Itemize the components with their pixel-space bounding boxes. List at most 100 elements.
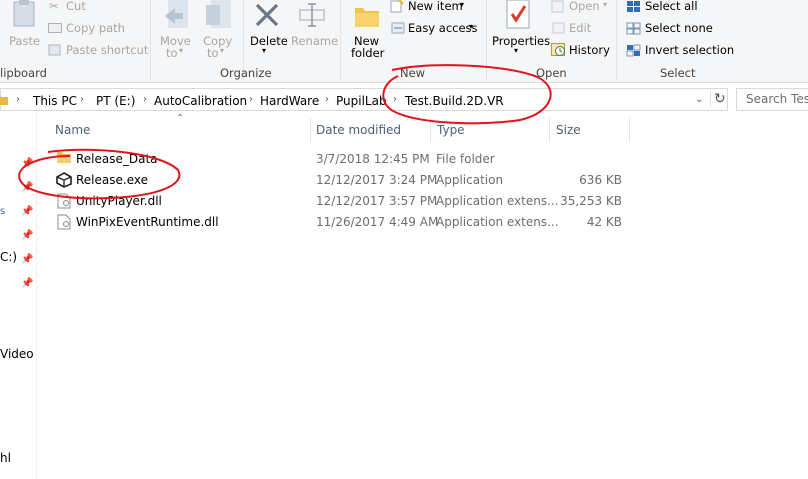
- move-to-icon: [165, 0, 188, 28]
- easy-access-button[interactable]: Easy access ▾: [388, 20, 480, 36]
- file-row[interactable]: Release.exe 12/12/2017 3:24 PM Applicati…: [40, 171, 640, 191]
- breadcrumb-autocalibration[interactable]: AutoCalibration: [154, 94, 247, 108]
- breadcrumb-pupillab[interactable]: PupilLab: [336, 94, 387, 108]
- file-size: 42 KB: [586, 215, 622, 229]
- column-header-type[interactable]: Type: [437, 123, 465, 137]
- file-date: 12/12/2017 3:57 PM: [316, 194, 438, 208]
- address-dropdown-icon[interactable]: ⌄: [695, 94, 703, 105]
- invert-selection-button[interactable]: Invert selection: [624, 42, 734, 58]
- group-label-open: Open: [536, 66, 567, 80]
- breadcrumb-current-folder[interactable]: Test.Build.2D.VR: [405, 94, 504, 108]
- search-placeholder: Search Test...: [746, 92, 808, 106]
- cut-button[interactable]: ✂ Cut: [45, 0, 115, 14]
- chevron-right-icon: ›: [393, 94, 397, 105]
- file-type: Application extens...: [436, 215, 559, 229]
- nav-item-videos[interactable]: Video: [0, 347, 34, 361]
- breadcrumb-pt-e[interactable]: PT (E:): [96, 94, 135, 108]
- new-folder-label-2: folder: [351, 46, 385, 60]
- nav-item-drive-c[interactable]: C:): [0, 250, 17, 264]
- chevron-right-icon: ›: [80, 94, 84, 105]
- pin-icon[interactable]: 📌: [21, 230, 33, 241]
- select-none-button[interactable]: Select none: [624, 20, 714, 36]
- select-all-button[interactable]: Select all: [624, 0, 704, 14]
- chevron-down-icon: ▾: [460, 0, 465, 9]
- paste-shortcut-icon: [48, 44, 61, 56]
- column-divider[interactable]: [430, 118, 431, 142]
- ribbon: Paste ✂ Cut Copy path Paste shortcut lip…: [0, 0, 808, 83]
- rename-icon: [299, 3, 325, 27]
- delete-button[interactable]: Delete ▾: [247, 0, 288, 60]
- group-label-new: New: [400, 66, 426, 80]
- file-name: WinPixEventRuntime.dll: [76, 215, 219, 229]
- invert-selection-icon: [626, 44, 641, 57]
- properties-icon: [506, 0, 530, 29]
- file-date: 12/12/2017 3:24 PM: [316, 173, 438, 187]
- chevron-down-icon: ▾: [262, 46, 267, 55]
- column-header-date[interactable]: Date modified: [316, 123, 401, 137]
- pin-icon[interactable]: 📌: [21, 158, 33, 169]
- paste-shortcut-label: Paste shortcut: [66, 43, 149, 57]
- invert-selection-label: Invert selection: [645, 43, 735, 57]
- breadcrumb-this-pc[interactable]: This PC: [33, 94, 77, 108]
- file-type: Application: [436, 173, 504, 187]
- address-bar[interactable]: › This PC › PT (E:) › AutoCalibration › …: [0, 88, 728, 111]
- search-input[interactable]: Search Test...: [736, 88, 808, 111]
- easy-access-icon: [391, 22, 405, 34]
- history-icon: [551, 43, 565, 56]
- copy-to-label-2: to: [207, 46, 219, 60]
- easy-access-label: Easy access: [408, 21, 478, 35]
- divider: [150, 0, 151, 80]
- edit-label: Edit: [569, 21, 592, 35]
- column-header-size[interactable]: Size: [556, 123, 581, 137]
- pin-icon[interactable]: 📌: [21, 254, 33, 265]
- column-divider[interactable]: [629, 118, 630, 142]
- copy-to-button[interactable]: Copy to ▾: [200, 0, 236, 60]
- chevron-down-icon: ▾: [179, 46, 184, 55]
- history-button[interactable]: History: [549, 42, 611, 58]
- paste-button[interactable]: Paste: [2, 0, 42, 60]
- chevron-right-icon: ›: [143, 94, 147, 105]
- delete-label: Delete: [250, 34, 288, 48]
- copy-path-label: Copy path: [66, 21, 125, 35]
- move-to-button[interactable]: Move to ▾: [158, 0, 194, 60]
- group-label-organize: Organize: [220, 66, 272, 80]
- file-type: File folder: [436, 152, 495, 166]
- column-header-name[interactable]: Name: [55, 123, 90, 137]
- file-row[interactable]: Release_Data 3/7/2018 12:45 PM File fold…: [40, 150, 640, 170]
- column-divider[interactable]: [310, 118, 311, 142]
- file-date: 11/26/2017 4:49 AM: [316, 215, 439, 229]
- group-label-clipboard: lipboard: [0, 66, 47, 80]
- delete-x-icon: [255, 3, 279, 27]
- nav-item-icon: s: [0, 206, 6, 217]
- breadcrumb-hardware[interactable]: HardWare: [260, 94, 319, 108]
- dll-icon: [57, 193, 71, 209]
- copy-path-icon: [48, 23, 62, 33]
- new-item-label: New item: [408, 0, 463, 13]
- edit-icon: [552, 22, 565, 34]
- scissors-icon: ✂: [49, 0, 59, 13]
- new-item-button[interactable]: New item ▾: [388, 0, 478, 14]
- file-name: Release_Data: [76, 152, 158, 166]
- new-folder-button[interactable]: New folder: [346, 0, 386, 60]
- navigation-pane: 📌 📌 s 📌 📌 C:) 📌 📌 Video hl: [0, 118, 36, 479]
- properties-button[interactable]: Properties ▾: [490, 0, 550, 60]
- file-row[interactable]: WinPixEventRuntime.dll 11/26/2017 4:49 A…: [40, 213, 640, 233]
- refresh-icon[interactable]: ↻: [710, 91, 726, 107]
- rename-button[interactable]: Rename: [289, 0, 338, 60]
- edit-button[interactable]: Edit: [549, 20, 599, 36]
- open-button[interactable]: Open ▾: [549, 0, 611, 14]
- pane-divider[interactable]: [36, 112, 37, 479]
- sort-ascending-icon[interactable]: ⌃: [176, 113, 184, 124]
- paste-shortcut-button[interactable]: Paste shortcut: [45, 42, 149, 58]
- nav-item-partial[interactable]: hl: [0, 451, 11, 465]
- pin-icon[interactable]: 📌: [21, 182, 33, 193]
- copy-path-button[interactable]: Copy path: [45, 20, 125, 36]
- select-none-label: Select none: [645, 21, 713, 35]
- column-divider[interactable]: [549, 118, 550, 142]
- folder-icon: [0, 95, 8, 105]
- pin-icon[interactable]: 📌: [21, 206, 33, 217]
- copy-to-icon: [206, 0, 231, 28]
- properties-label: Properties: [492, 34, 551, 48]
- pin-icon[interactable]: 📌: [21, 278, 33, 289]
- file-row[interactable]: UnityPlayer.dll 12/12/2017 3:57 PM Appli…: [40, 192, 640, 212]
